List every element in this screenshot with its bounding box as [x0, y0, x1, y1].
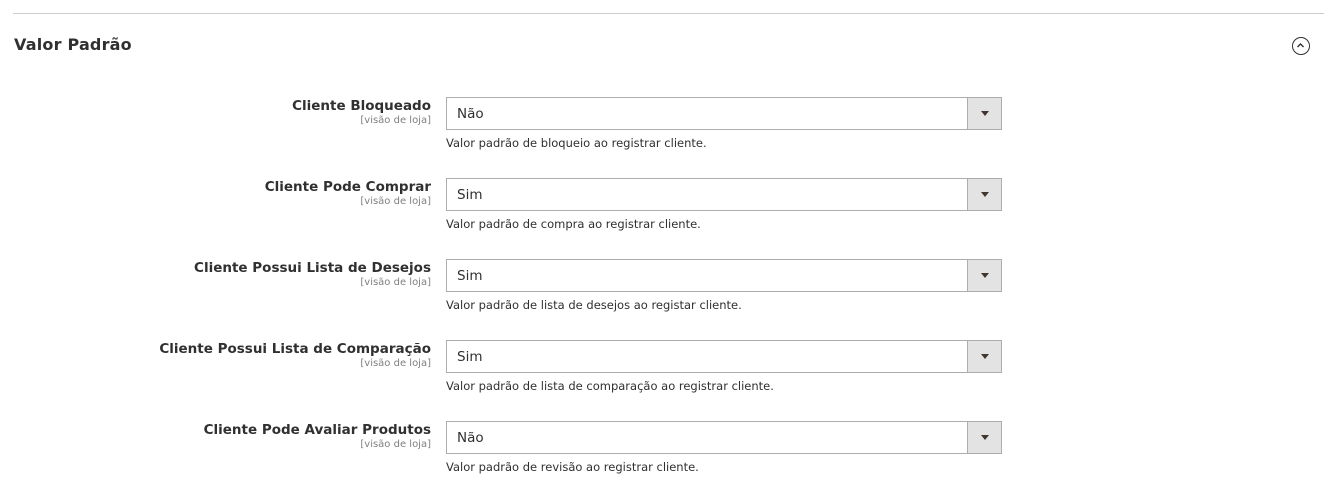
collapse-button[interactable] [1292, 37, 1310, 55]
select-arrow-button[interactable] [967, 422, 1001, 453]
field-label-group: Cliente Pode Avaliar Produtos [visão de … [71, 422, 431, 451]
section-header[interactable]: Valor Padrão [0, 30, 1337, 60]
field-note: Valor padrão de revisão ao registrar cli… [446, 460, 699, 474]
select-value: Sim [457, 187, 483, 203]
scope-label: [visão de loja] [360, 277, 431, 288]
lista-de-comparacao-select[interactable]: Sim [446, 340, 1002, 373]
section-title: Valor Padrão [14, 35, 132, 54]
cliente-bloqueado-select[interactable]: Não [446, 97, 1002, 130]
select-value: Não [457, 106, 484, 122]
cliente-pode-comprar-select[interactable]: Sim [446, 178, 1002, 211]
caret-down-icon [981, 111, 989, 116]
field-row-lista-de-comparacao: Cliente Possui Lista de Comparação [visã… [0, 340, 1337, 400]
select-arrow-button[interactable] [967, 260, 1001, 291]
caret-down-icon [981, 192, 989, 197]
field-note: Valor padrão de bloqueio ao registrar cl… [446, 136, 707, 150]
select-arrow-button[interactable] [967, 341, 1001, 372]
select-value: Sim [457, 268, 483, 284]
select-arrow-button[interactable] [967, 179, 1001, 210]
field-label-group: Cliente Bloqueado [visão de loja] [71, 98, 431, 127]
section-divider [13, 13, 1324, 14]
field-row-cliente-bloqueado: Cliente Bloqueado [visão de loja] Não Va… [0, 97, 1337, 157]
field-label-group: Cliente Possui Lista de Comparação [visã… [71, 341, 431, 370]
field-label: Cliente Possui Lista de Comparação [159, 341, 431, 357]
caret-down-icon [981, 273, 989, 278]
field-row-lista-de-desejos: Cliente Possui Lista de Desejos [visão d… [0, 259, 1337, 319]
field-note: Valor padrão de compra ao registrar clie… [446, 217, 701, 231]
avaliar-produtos-select[interactable]: Não [446, 421, 1002, 454]
select-arrow-button[interactable] [967, 98, 1001, 129]
caret-down-icon [981, 435, 989, 440]
field-label-group: Cliente Possui Lista de Desejos [visão d… [71, 260, 431, 289]
scope-label: [visão de loja] [360, 115, 431, 126]
chevron-up-icon [1297, 43, 1304, 48]
field-row-avaliar-produtos: Cliente Pode Avaliar Produtos [visão de … [0, 421, 1337, 481]
select-value: Não [457, 430, 484, 446]
scope-label: [visão de loja] [360, 439, 431, 450]
caret-down-icon [981, 354, 989, 359]
field-label: Cliente Possui Lista de Desejos [194, 260, 431, 276]
field-label: Cliente Bloqueado [292, 98, 431, 114]
field-label: Cliente Pode Avaliar Produtos [203, 422, 431, 438]
lista-de-desejos-select[interactable]: Sim [446, 259, 1002, 292]
field-label: Cliente Pode Comprar [264, 179, 431, 195]
field-note: Valor padrão de lista de desejos ao regi… [446, 298, 742, 312]
scope-label: [visão de loja] [360, 196, 431, 207]
field-label-group: Cliente Pode Comprar [visão de loja] [71, 179, 431, 208]
field-note: Valor padrão de lista de comparação ao r… [446, 379, 774, 393]
select-value: Sim [457, 349, 483, 365]
field-row-cliente-pode-comprar: Cliente Pode Comprar [visão de loja] Sim… [0, 178, 1337, 238]
scope-label: [visão de loja] [360, 358, 431, 369]
